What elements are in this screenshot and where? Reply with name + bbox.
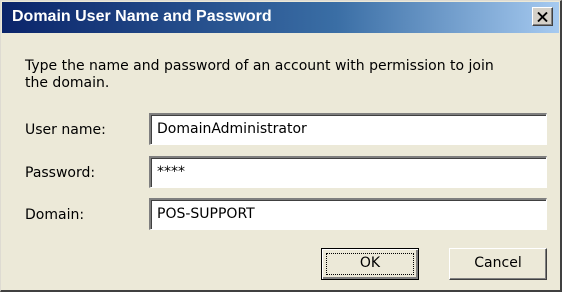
dialog-title: Domain User Name and Password (12, 8, 272, 25)
close-icon (537, 11, 548, 22)
ok-button[interactable]: OK (321, 248, 419, 280)
ok-button-label: OK (359, 255, 381, 271)
cancel-button-label: Cancel (474, 255, 522, 271)
cancel-button[interactable]: Cancel (449, 248, 547, 280)
password-label: Password: (25, 165, 96, 181)
title-bar[interactable]: Domain User Name and Password (2, 2, 559, 33)
instructions-text: Type the name and password of an account… (25, 58, 494, 91)
username-field[interactable]: DomainAdministrator (149, 113, 547, 145)
password-field[interactable]: **** (149, 156, 547, 188)
dialog-window: Domain User Name and Password Type the n… (0, 0, 562, 292)
domain-label: Domain: (25, 207, 85, 223)
username-label: User name: (25, 122, 106, 138)
domain-field[interactable]: POS-SUPPORT (149, 198, 547, 230)
close-button[interactable] (532, 7, 553, 26)
